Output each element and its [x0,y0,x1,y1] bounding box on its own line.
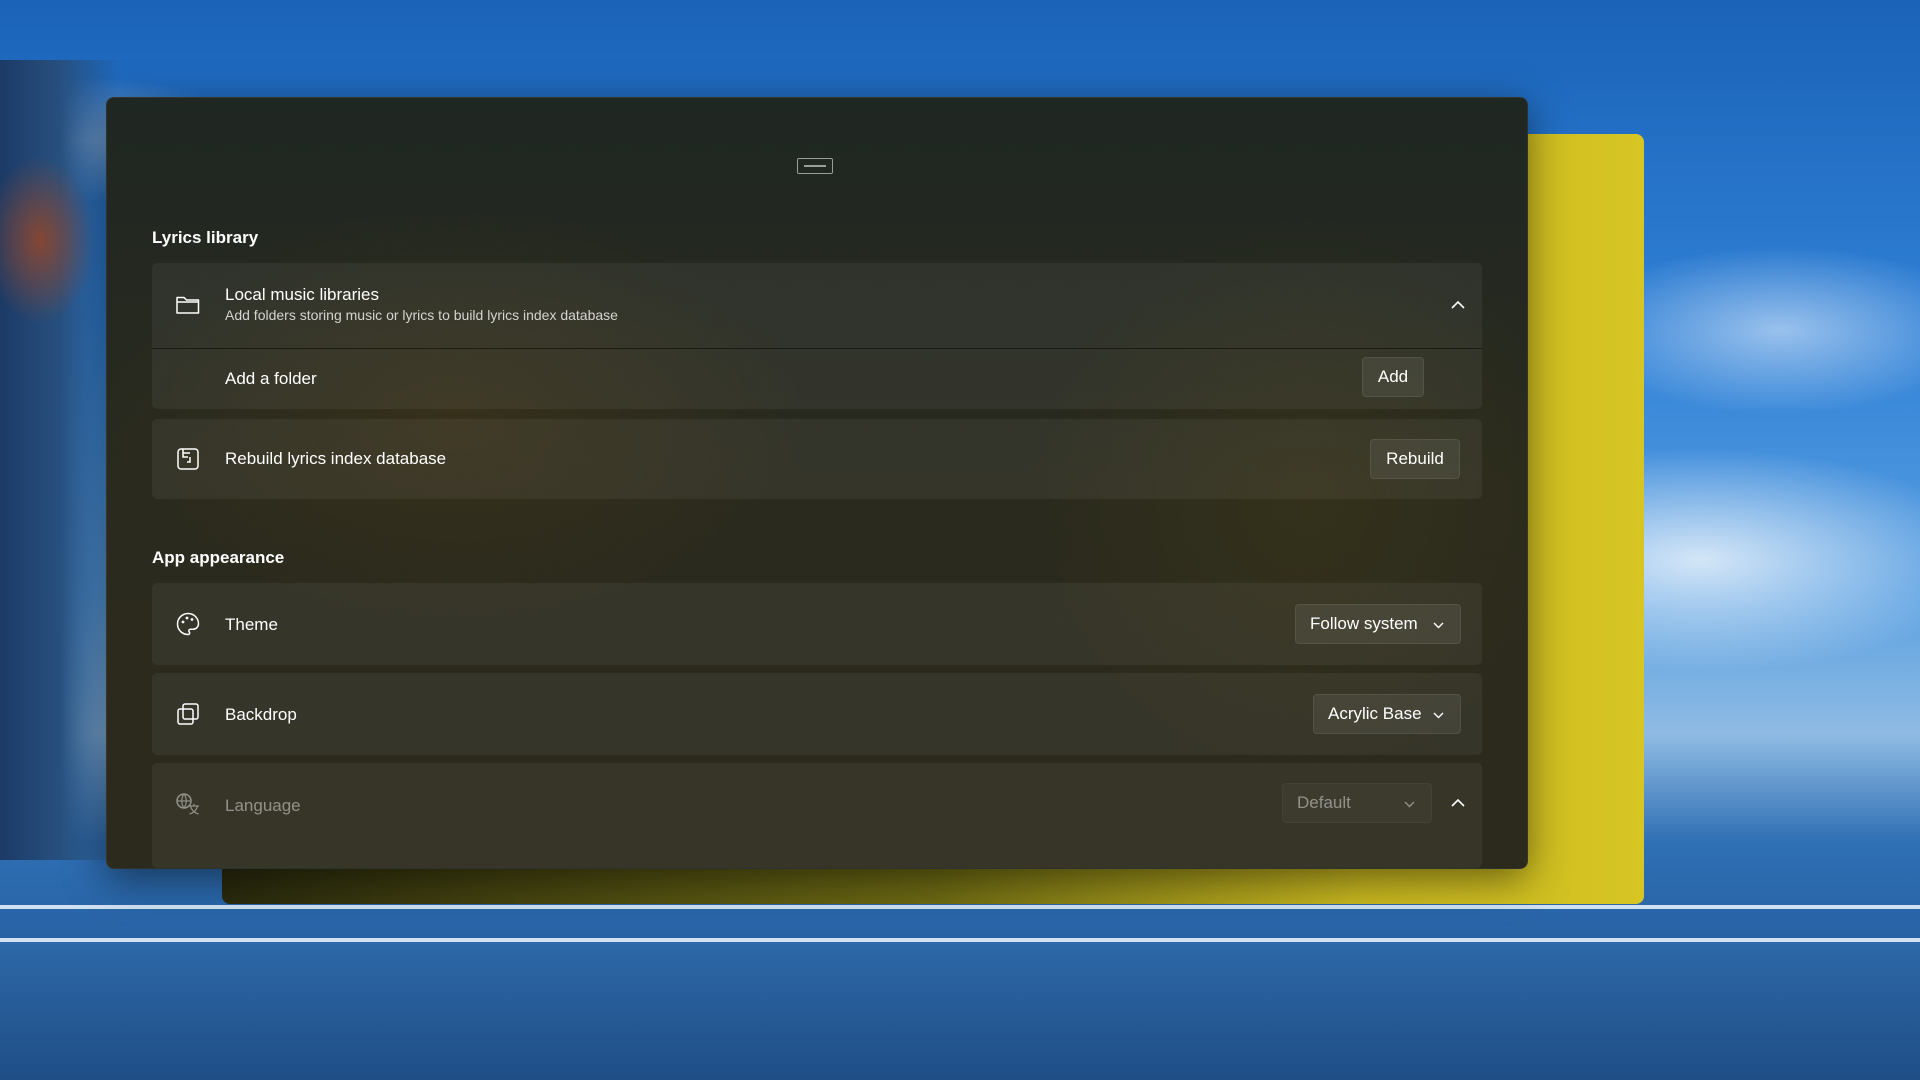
language-label: Language [225,796,301,815]
local-music-libraries-title: Local music libraries [225,285,379,304]
backdrop-label: Backdrop [225,705,297,724]
theme-selected-value: Follow system [1310,614,1418,633]
chevron-down-icon [1404,793,1415,813]
theme-card: Theme Follow system [152,583,1482,665]
chevron-down-icon [1433,614,1444,634]
wallpaper-water [0,942,1920,1080]
rebuild-index-card: Rebuild lyrics index database Rebuild [152,419,1482,499]
language-selected-value: Default [1297,793,1351,812]
section-title-lyrics-library: Lyrics library [152,228,259,247]
backdrop-card: Backdrop Acrylic Base [152,673,1482,755]
local-music-libraries-card[interactable]: Local music libraries Add folders storin… [152,263,1482,348]
backdrop-selected-value: Acrylic Base [1328,704,1422,723]
theme-label: Theme [225,615,278,634]
local-music-libraries-subtitle: Add folders storing music or lyrics to b… [225,307,618,323]
wallpaper-tree [0,60,120,860]
database-rebuild-icon [174,445,202,473]
chevron-up-icon[interactable] [1447,294,1469,316]
settings-window: Lyrics library Local music libraries Add… [106,97,1528,869]
backdrop-icon [174,700,202,728]
palette-icon [174,610,202,638]
section-title-app-appearance: App appearance [152,548,285,567]
language-dropdown[interactable]: Default [1282,783,1432,823]
add-folder-row: Add a folder Add [152,349,1482,409]
language-icon [174,791,202,819]
chevron-down-icon [1433,704,1444,724]
folder-icon [174,291,202,319]
add-folder-button[interactable]: Add [1362,357,1424,397]
drag-handle-icon[interactable] [797,158,833,174]
language-card: Language Default [152,763,1482,868]
backdrop-dropdown[interactable]: Acrylic Base [1313,694,1461,734]
chevron-up-icon[interactable] [1447,792,1469,814]
theme-dropdown[interactable]: Follow system [1295,604,1461,644]
wallpaper-horizon [0,905,1920,909]
rebuild-button[interactable]: Rebuild [1370,439,1460,479]
add-folder-label: Add a folder [225,369,317,388]
rebuild-index-title: Rebuild lyrics index database [225,449,447,468]
